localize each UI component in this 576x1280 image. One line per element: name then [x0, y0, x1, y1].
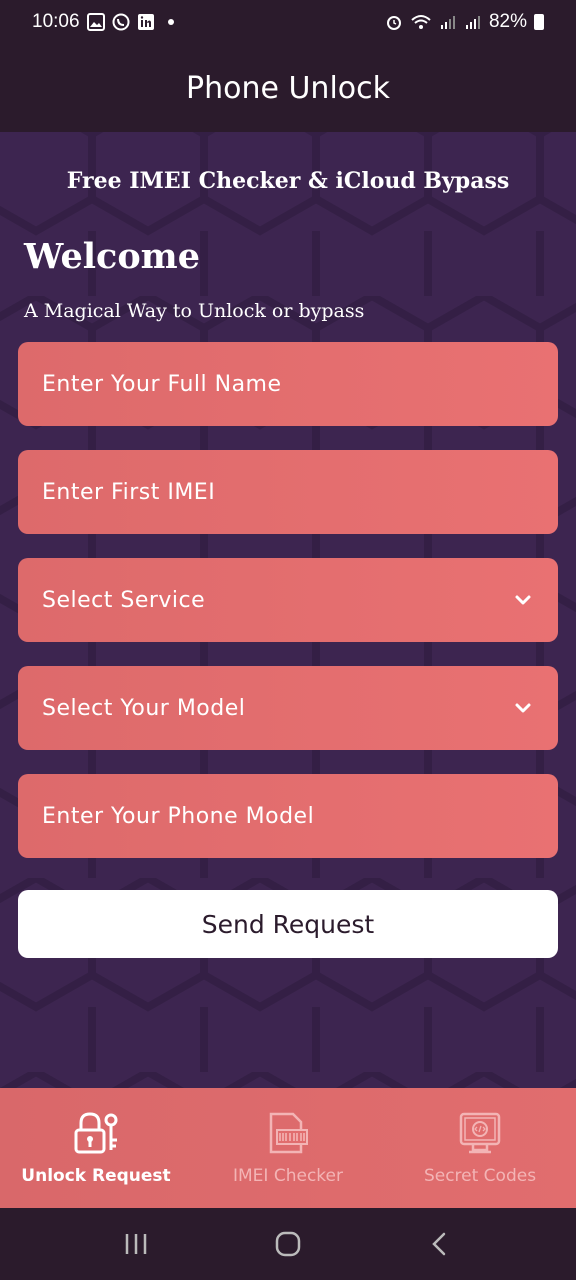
signal-icon	[440, 16, 455, 29]
alarm-icon	[386, 16, 401, 30]
send-request-button[interactable]: Send Request	[18, 890, 558, 958]
nav-label-secret-codes: Secret Codes	[423, 1166, 537, 1186]
phone-model-field[interactable]: Enter Your Phone Model	[18, 774, 558, 858]
model-select[interactable]: Select Your Model	[18, 666, 558, 750]
battery-percent: 82%	[488, 11, 527, 32]
recent-apps-button[interactable]	[116, 1224, 156, 1264]
nav-label-imei-checker: IMEI Checker	[233, 1166, 343, 1186]
welcome-heading: Welcome	[24, 236, 200, 277]
back-button[interactable]	[420, 1224, 460, 1264]
service-select-label: Select Service	[42, 587, 206, 613]
gallery-icon	[86, 13, 105, 31]
battery-icon	[534, 14, 544, 30]
nav-unlock-request[interactable]: Unlock Request	[0, 1088, 192, 1208]
full-name-field[interactable]: Enter Your Full Name	[18, 342, 558, 426]
status-time: 10:06	[32, 11, 80, 32]
whatsapp-icon	[112, 13, 130, 31]
chevron-down-icon	[515, 595, 531, 605]
main-content: Free IMEI Checker & iCloud Bypass Welcom…	[0, 132, 576, 1088]
chevron-down-icon	[515, 703, 531, 713]
model-select-label: Select Your Model	[42, 695, 246, 721]
full-name-placeholder: Enter Your Full Name	[42, 371, 282, 397]
home-icon	[275, 1231, 301, 1257]
system-nav-bar	[0, 1208, 576, 1280]
status-bar: 10:06 82%	[0, 0, 576, 44]
nav-imei-checker[interactable]: IMEI Checker	[192, 1088, 384, 1208]
service-select[interactable]: Select Service	[18, 558, 558, 642]
wifi-icon	[411, 15, 431, 29]
nav-secret-codes[interactable]: Secret Codes	[384, 1088, 576, 1208]
subtitle: Free IMEI Checker & iCloud Bypass	[66, 168, 510, 194]
code-monitor-icon	[459, 1112, 501, 1154]
status-right: 82%	[385, 11, 544, 33]
first-imei-field[interactable]: Enter First IMEI	[18, 450, 558, 534]
home-button[interactable]	[268, 1224, 308, 1264]
page-title: Phone Unlock	[186, 70, 390, 106]
signal-icon-2	[465, 16, 480, 29]
first-imei-placeholder: Enter First IMEI	[42, 479, 216, 505]
tagline: A Magical Way to Unlock or bypass	[24, 300, 365, 322]
bottom-nav: Unlock Request IMEI Checker Secret Codes	[0, 1088, 576, 1208]
lock-key-icon	[74, 1112, 118, 1154]
phone-model-placeholder: Enter Your Phone Model	[42, 803, 315, 829]
status-left: 10:06	[32, 11, 174, 33]
app-bar: Phone Unlock	[0, 44, 576, 132]
recent-apps-icon	[125, 1234, 147, 1254]
linkedin-icon	[137, 14, 154, 30]
imei-barcode-icon	[269, 1112, 308, 1154]
notification-dot-icon	[167, 19, 174, 25]
nav-label-unlock-request: Unlock Request	[21, 1166, 171, 1186]
back-icon	[432, 1232, 446, 1256]
